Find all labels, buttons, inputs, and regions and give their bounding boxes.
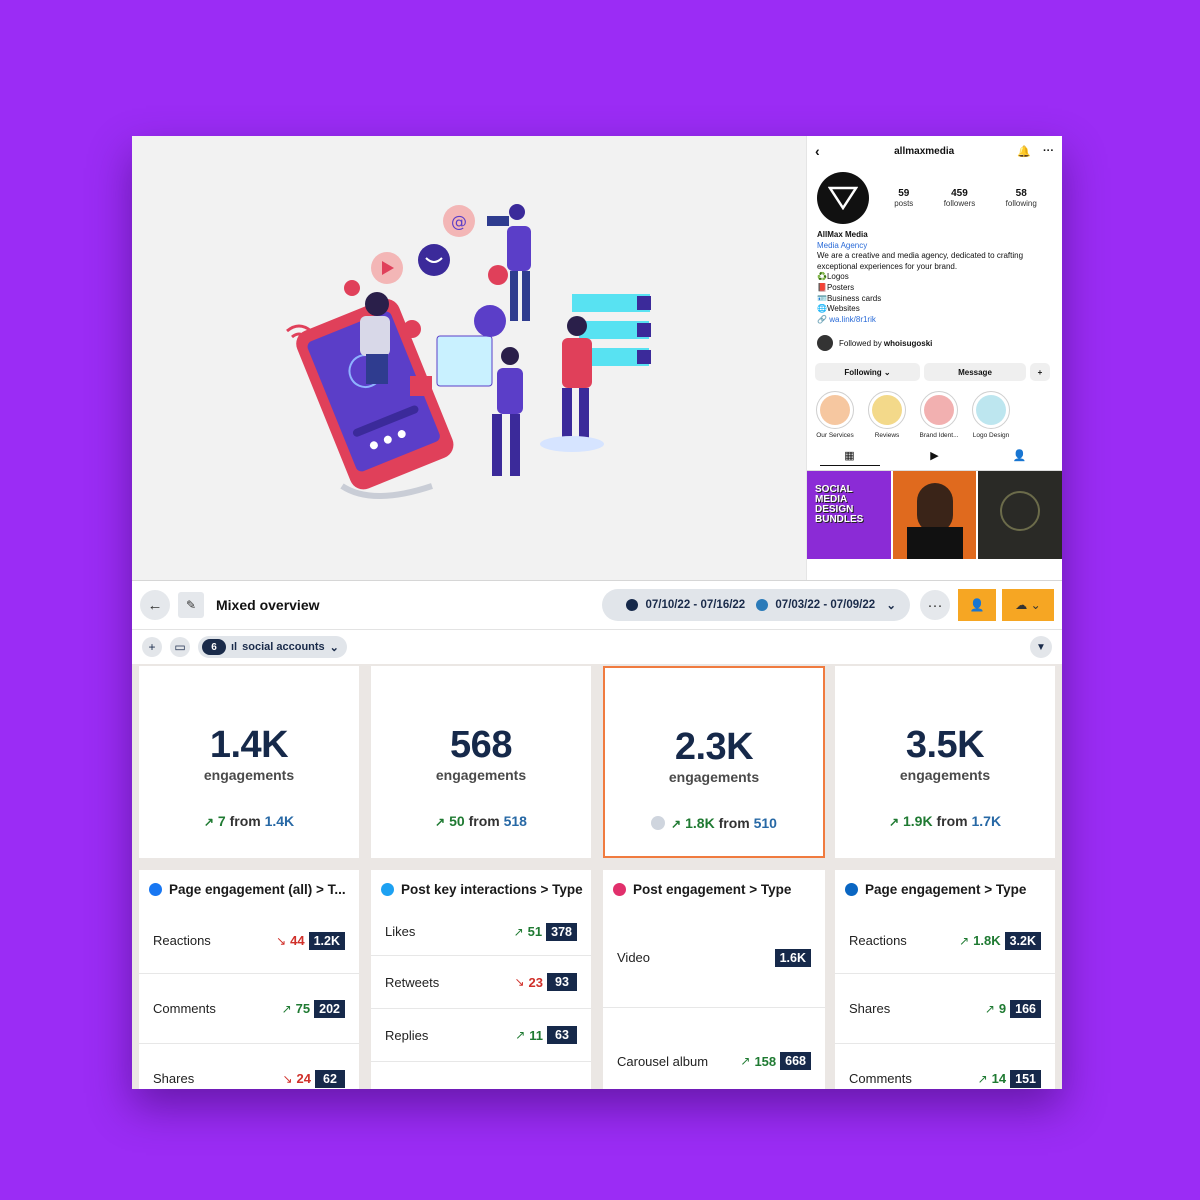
ig-bio-item: 🪪Business cards [817,293,882,303]
filter-icon[interactable]: ▼ [1030,636,1052,658]
table-row[interactable]: Shares ↗ 9 166 [835,974,1055,1044]
ig-username: allmaxmedia [894,145,955,157]
social-accounts-filter[interactable]: 6 ıl social accounts ⌄ [198,636,347,658]
ig-post[interactable]: SOCIAL MEDIA DESIGN BUNDLES [807,471,891,560]
trend-down-icon: ↘ [282,1071,293,1086]
trend-up-icon: ↗ [515,1028,526,1042]
avatar[interactable] [817,172,869,224]
table-row[interactable]: Comments ↗ 75 202 [139,974,359,1044]
bar-chart-icon: ıl [231,641,238,653]
edit-icon[interactable]: ✎ [178,592,204,618]
reels-icon[interactable]: ▶ [905,449,965,466]
message-button[interactable]: Message [924,363,1026,382]
ig-display-name: AllMax Media [817,230,868,239]
svg-text:@: @ [451,212,467,231]
linkedin-icon [845,882,858,896]
highlight-reviews[interactable]: Reviews [865,391,909,439]
add-user-icon[interactable]: + [1030,363,1050,382]
comment-icon[interactable]: ▭ [170,637,190,657]
breakdown-card-instagram: Post engagement > Type Video 1.6K Carouse… [603,870,825,1089]
ig-post[interactable] [892,471,977,560]
trend-up-icon: ↗ [740,1054,751,1068]
follower-avatar [817,335,833,352]
twitter-icon [381,882,394,896]
table-row[interactable]: Comments ↗ 14 151 [835,1044,1055,1089]
download-button[interactable]: ☁ ⌄ [1002,589,1054,621]
dashboard-toolbar: ← ✎ Mixed overview 07/10/22 - 07/16/22 0… [132,580,1062,630]
chevron-down-icon: ⌄ [886,600,896,612]
bell-icon[interactable]: 🔔 [1017,145,1031,158]
ig-stat-followers[interactable]: 459 followers [944,188,976,208]
kpi-card-instagram[interactable]: 2.3K engagements ↗ 1.8K from 510 [603,666,825,858]
tagged-icon[interactable]: 👤 [990,449,1050,466]
trend-up-icon: ↗ [435,815,446,829]
more-options-button[interactable]: ··· [920,590,950,620]
date-range-selector[interactable]: 07/10/22 - 07/16/22 07/03/22 - 07/09/22 … [602,589,910,621]
ig-stat-following[interactable]: 58 following [1006,188,1037,208]
kpi-card-twitter[interactable]: 568 engagements ↗ 50 from 518 [371,666,591,858]
kpi-card-facebook[interactable]: 1.4K engagements ↗ 7 from 1.4K [139,666,359,858]
instagram-icon [613,882,626,896]
trend-down-icon: ↘ [276,933,287,948]
table-row[interactable]: Reactions ↗ 1.8K 3.2K [835,908,1055,974]
page-title: Mixed overview [216,597,320,613]
chevron-down-icon: ⌄ [329,641,339,654]
highlight-brand-identity[interactable]: Brand Ident... [917,391,961,439]
ig-bio-item: ♻️Logos [817,272,849,282]
add-icon[interactable]: + [142,637,162,657]
ig-bio-text: We are a creative and media agency, dedi… [817,251,1024,271]
trend-up-icon: ↗ [888,815,899,829]
grid-icon[interactable]: ▦ [819,449,880,467]
instagram-profile: ‹ allmaxmedia 🔔 ··· 59 posts 459 followers… [806,136,1062,580]
table-row[interactable]: Retweets ↘ 23 93 [371,956,591,1009]
ig-bio: AllMax Media Media Agency We are a creat… [807,224,1062,325]
trend-up-icon: ↗ [203,815,214,829]
info-icon [651,816,666,830]
trend-up-icon: ↗ [513,924,524,939]
breakdown-card-linkedin: Page engagement > Type Reactions ↗ 1.8K 3.2… [835,870,1055,1089]
kpi-card-linkedin[interactable]: 3.5K engagements ↗ 1.9K from 1.7K [835,666,1055,858]
following-button[interactable]: Following ⌄ [815,363,920,382]
breakdown-card-twitter: Post key interactions > Type Likes ↗ 51 378… [371,870,591,1089]
breakdown-card-facebook: Page engagement (all) > T... Reactions ↘ 4… [139,870,359,1089]
facebook-icon [149,882,162,896]
table-row[interactable]: Video 1.6K [603,908,825,1008]
back-icon[interactable]: ‹ [815,143,831,159]
highlight-our-services[interactable]: Our Services [813,391,857,439]
range-b-dot [756,599,769,611]
more-icon[interactable]: ··· [1043,145,1054,158]
ig-link[interactable]: 🔗 wa.link/8r1rik [817,315,1052,326]
trend-up-icon: ↗ [281,1001,292,1016]
ig-category: Media Agency [817,240,868,250]
ig-stat-posts[interactable]: 59 posts [894,188,913,208]
ig-bio-item: 🌐Websites [817,304,860,314]
share-user-button[interactable]: 👤 [958,589,996,621]
table-row[interactable]: Carousel album ↗ 158 668 [603,1008,825,1089]
back-button[interactable]: ← [140,590,170,620]
trend-up-icon: ↗ [977,1071,988,1086]
ig-post[interactable] [978,471,1062,560]
composite-screenshot: @ ‹ allmaxmedia 🔔 ··· 59 posts 459 follo… [132,136,1062,1089]
table-row[interactable]: Likes ↗ 51 378 [371,908,591,956]
table-row[interactable]: Replies ↗ 11 63 [371,1009,591,1062]
range-a-dot [626,599,639,611]
trend-up-icon: ↗ [959,933,970,948]
trend-up-icon: ↗ [984,1001,995,1016]
trend-down-icon: ↘ [514,975,525,989]
table-row[interactable]: Shares ↘ 24 62 [139,1044,359,1089]
marketing-illustration: @ [132,136,806,580]
table-row[interactable]: Reactions ↘ 44 1.2K [139,908,359,974]
ig-header: ‹ allmaxmedia 🔔 ··· [807,136,1062,166]
analytics-dashboard: ← ✎ Mixed overview 07/10/22 - 07/16/22 0… [132,580,1062,1089]
trend-up-icon: ↗ [671,817,682,831]
ig-bio-item: 📕Posters [817,282,855,292]
filter-bar: + ▭ 6 ıl social accounts ⌄ ▼ [132,630,1062,664]
ig-followed-by[interactable]: Followed by whoisugoski [807,325,1062,352]
highlight-logo-design[interactable]: Logo Design [969,391,1013,439]
